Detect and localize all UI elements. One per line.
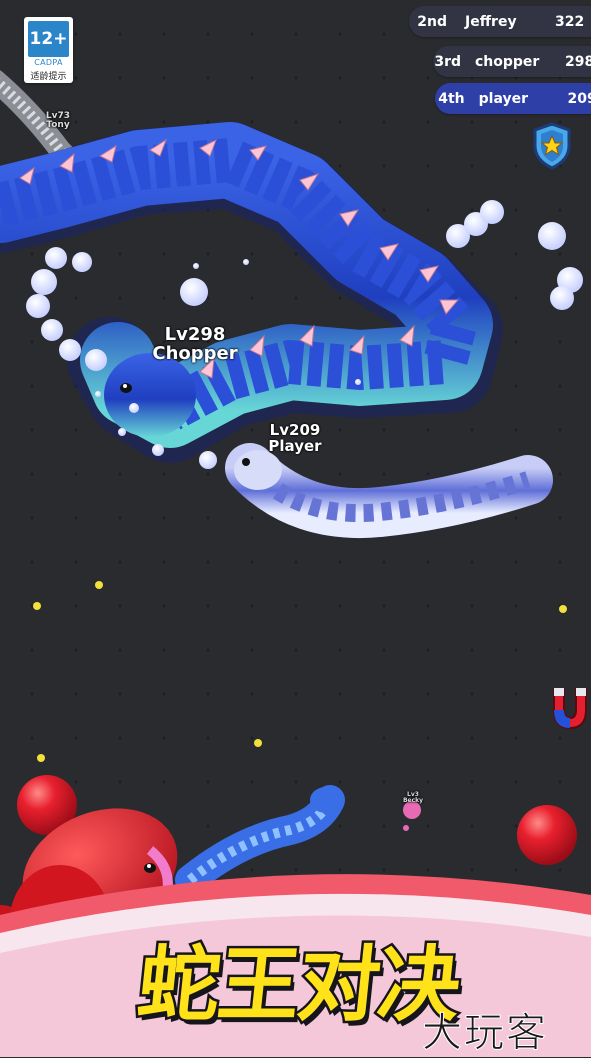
leaderboard-rank: 2nd [417, 13, 447, 30]
snake-chopper [0, 122, 503, 463]
magnet-icon [553, 688, 587, 730]
leaderboard-rank: 4th [438, 90, 465, 107]
leaderboard-score: 322 [555, 13, 585, 30]
snake-name: Tony [46, 120, 70, 131]
age-rating-label: 12+ [28, 21, 69, 57]
age-rating-badge: 12+ CADPA 适龄提示 [24, 17, 73, 83]
leaderboard-rank: 3rd [434, 53, 461, 70]
leaderboard-row-self: 4th player 209 [435, 83, 591, 114]
leaderboard-name: player [478, 90, 528, 107]
snake-tony-tag: Lv73 Tony [38, 111, 78, 131]
yellow-pellets [33, 581, 567, 762]
snake-name: Player [268, 436, 322, 455]
snake-name: Becky [402, 797, 424, 805]
watermark: 大玩客 [422, 1010, 548, 1057]
snake-becky-tag: Lv3 Becky [398, 791, 428, 805]
snake-player [225, 443, 553, 539]
leaderboard-name: chopper [475, 53, 540, 70]
snake-player-tag: Lv209 Player [255, 422, 335, 455]
leaderboard-name: Jeffrey [465, 13, 517, 30]
snake-chopper-tag: Lv298 Chopper [140, 325, 250, 364]
leaderboard-row: 2nd Jeffrey 322 [409, 6, 591, 37]
leaderboard-score: 209 [567, 90, 591, 107]
snake-becky [403, 801, 421, 831]
snake-name: Chopper [152, 342, 238, 364]
leaderboard-row: 3rd chopper 298 [433, 46, 591, 77]
age-rating-org: CADPA [34, 58, 63, 67]
age-rating-note: 适龄提示 [30, 72, 67, 82]
leaderboard-score: 298 [565, 53, 591, 70]
shield-star-icon[interactable] [532, 122, 572, 170]
